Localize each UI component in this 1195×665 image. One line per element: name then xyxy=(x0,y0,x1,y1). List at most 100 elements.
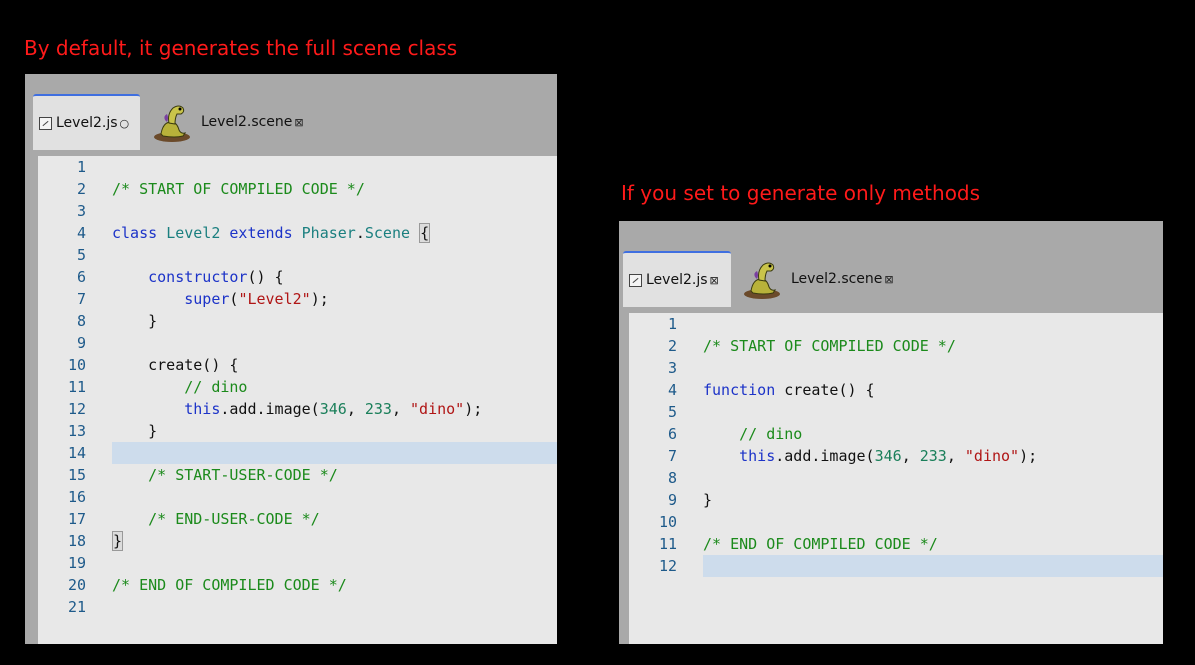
code-line[interactable]: 9} xyxy=(629,489,1163,511)
code-line[interactable]: 10 xyxy=(629,511,1163,533)
code-token: /* END OF COMPILED CODE */ xyxy=(112,576,347,594)
code-token: this xyxy=(739,447,776,465)
code-line[interactable]: 20 /* END OF COMPILED CODE */ xyxy=(38,574,557,596)
code-token: ); xyxy=(310,290,329,308)
code-line[interactable]: 2 /* START OF COMPILED CODE */ xyxy=(629,335,1163,357)
code-line[interactable]: 3 xyxy=(38,200,557,222)
code-token: .add.image( xyxy=(775,447,875,465)
line-number: 2 xyxy=(667,337,677,355)
code-token: .add.image( xyxy=(220,400,320,418)
code-line[interactable]: 8 } xyxy=(38,310,557,332)
line-number: 9 xyxy=(667,491,677,509)
code-token: 346 xyxy=(874,447,902,465)
code-text: this.add.image(346, 233, "dino"); xyxy=(112,398,482,420)
left-code-editor[interactable]: 1 2/* START OF COMPILED CODE */3 4 class Le… xyxy=(38,156,557,644)
code-line[interactable]: 8 xyxy=(629,467,1163,489)
code-token: Phaser xyxy=(301,224,356,242)
line-number: 12 xyxy=(67,400,86,418)
line-number: 7 xyxy=(667,447,677,465)
code-line[interactable]: 1 xyxy=(38,156,557,178)
code-line[interactable]: 3 xyxy=(629,357,1163,379)
close-icon[interactable]: ⊠ xyxy=(884,273,893,286)
code-token: 346 xyxy=(319,400,347,418)
code-token: /* START OF COMPILED CODE */ xyxy=(112,180,365,198)
line-number: 3 xyxy=(667,359,677,377)
code-token: 233 xyxy=(919,447,947,465)
line-number: 2 xyxy=(76,180,86,198)
code-token: } xyxy=(112,531,124,551)
code-line[interactable]: 11 // dino xyxy=(38,376,557,398)
code-line[interactable]: 1 xyxy=(629,313,1163,335)
code-text: } xyxy=(112,420,157,442)
code-line[interactable]: 16 xyxy=(38,486,557,508)
right-code-editor[interactable]: 1 2/* START OF COMPILED CODE */3 4 function… xyxy=(629,313,1163,644)
dirty-indicator-icon[interactable]: ○ xyxy=(120,117,130,130)
code-line[interactable]: 4 function create() { xyxy=(629,379,1163,401)
code-line[interactable]: 12 this.add.image(346, 233, "dino"); xyxy=(38,398,557,420)
line-number: 10 xyxy=(658,513,677,531)
code-token: constructor xyxy=(148,268,248,286)
close-icon[interactable]: ⊠ xyxy=(710,274,719,287)
code-line[interactable]: 14 xyxy=(68,442,557,464)
line-number: 8 xyxy=(667,469,677,487)
code-line[interactable]: 5 xyxy=(629,401,1163,423)
code-token: // dino xyxy=(184,378,248,396)
code-line[interactable]: 6 constructor() { xyxy=(38,266,557,288)
line-number: 6 xyxy=(76,268,86,286)
right-tab-level2-scene[interactable]: Level2.scene ⊠ xyxy=(733,251,903,307)
code-token: () { xyxy=(247,268,284,286)
line-number: 8 xyxy=(76,312,86,330)
code-token: 233 xyxy=(364,400,392,418)
code-line[interactable]: 4 class Level2 extends Phaser.Scene { xyxy=(38,222,557,244)
code-line[interactable]: 19 xyxy=(38,552,557,574)
code-line[interactable]: 6 // dino xyxy=(629,423,1163,445)
code-line[interactable]: 21 xyxy=(38,596,557,618)
code-line[interactable]: 11 /* END OF COMPILED CODE */ xyxy=(629,533,1163,555)
code-line[interactable]: 7 this.add.image(346, 233, "dino"); xyxy=(629,445,1163,467)
right-tab-level2-js[interactable]: Level2.js ⊠ xyxy=(623,251,731,307)
code-token: class xyxy=(112,224,158,242)
close-icon[interactable]: ⊠ xyxy=(294,116,303,129)
code-line[interactable]: 17 /* END-USER-CODE */ xyxy=(38,508,557,530)
code-text: /* START OF COMPILED CODE */ xyxy=(703,335,956,357)
code-line[interactable]: 18} xyxy=(38,530,557,552)
caption-methods-only: If you set to generate only methods xyxy=(621,181,981,205)
code-token: "dino" xyxy=(964,447,1020,465)
code-text: /* END OF COMPILED CODE */ xyxy=(703,533,938,555)
line-number: 4 xyxy=(667,381,677,399)
code-line[interactable]: 13 } xyxy=(38,420,557,442)
code-line[interactable]: 7 super("Level2"); xyxy=(38,288,557,310)
line-number: 6 xyxy=(667,425,677,443)
code-line[interactable]: 9 xyxy=(38,332,557,354)
code-line[interactable]: 15 /* START-USER-CODE */ xyxy=(38,464,557,486)
code-token: /* END OF COMPILED CODE */ xyxy=(703,535,938,553)
code-line[interactable]: 10 create() { xyxy=(38,354,557,376)
code-token: ); xyxy=(464,400,483,418)
tab-label: Level2.scene xyxy=(201,114,293,130)
code-line[interactable]: 2 /* START OF COMPILED CODE */ xyxy=(38,178,557,200)
code-text: /* END OF COMPILED CODE */ xyxy=(112,574,347,596)
code-token: this xyxy=(184,400,221,418)
code-line[interactable]: 5 xyxy=(38,244,557,266)
code-line[interactable]: 12 xyxy=(659,555,1163,577)
code-token: /* START-USER-CODE */ xyxy=(148,466,338,484)
code-text: } xyxy=(112,310,157,332)
file-code-icon xyxy=(39,116,52,130)
line-number: 12 xyxy=(658,557,677,575)
left-tab-level2-scene[interactable]: Level2.scene ⊠ xyxy=(143,94,313,150)
line-number: 7 xyxy=(76,290,86,308)
file-code-icon xyxy=(629,273,642,287)
code-token: /* END-USER-CODE */ xyxy=(148,510,320,528)
left-tab-level2-js[interactable]: Level2.js ○ xyxy=(33,94,140,150)
code-text: } xyxy=(112,530,124,552)
line-number: 14 xyxy=(67,444,86,462)
code-token: } xyxy=(112,312,158,330)
